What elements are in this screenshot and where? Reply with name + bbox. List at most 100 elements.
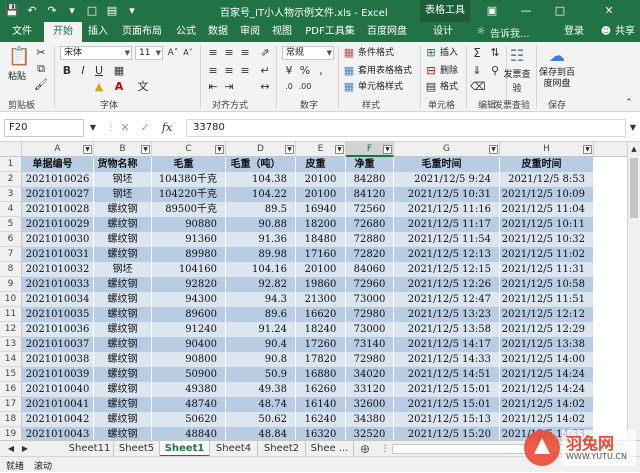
- table-cell[interactable]: 2021010030: [22, 232, 94, 247]
- table-cell[interactable]: 2021010043: [22, 427, 94, 440]
- table-cell[interactable]: 73140: [346, 337, 394, 352]
- italic-icon[interactable]: I: [76, 64, 90, 78]
- align-middle-icon[interactable]: ≡: [222, 46, 236, 60]
- table-cell[interactable]: 104.16: [226, 262, 296, 277]
- worksheet-grid[interactable]: ABCDEFGH 1234567891011121314151617181920…: [0, 142, 640, 440]
- tab-home[interactable]: 开始: [44, 22, 82, 42]
- scroll-up-icon[interactable]: ▲: [628, 142, 640, 156]
- table-cell[interactable]: 21300: [296, 292, 346, 307]
- save-baidu-button[interactable]: 保存到百度网盘: [535, 68, 579, 90]
- number-format-combo[interactable]: 常规 ▼: [282, 46, 334, 60]
- add-sheet-icon[interactable]: ⊕: [358, 442, 372, 456]
- table-cell[interactable]: 34020: [346, 367, 394, 382]
- table-cell[interactable]: 2021/12/5 10:31: [394, 187, 500, 202]
- table-cell[interactable]: 48.84: [226, 427, 296, 440]
- table-cell[interactable]: 2021/12/5 15:01: [394, 397, 500, 412]
- table-cell[interactable]: 2021/12/5 13:58: [394, 322, 500, 337]
- tab-page-layout[interactable]: 页面布局: [116, 22, 168, 42]
- table-cell[interactable]: 17260: [296, 337, 346, 352]
- table-cell[interactable]: 2021010037: [22, 337, 94, 352]
- align-center-icon[interactable]: ≡: [222, 64, 236, 78]
- row-header[interactable]: 13: [0, 337, 22, 352]
- table-cell[interactable]: 螺纹钢: [94, 247, 152, 262]
- table-cell[interactable]: 螺纹钢: [94, 277, 152, 292]
- sheet-tab[interactable]: Shee ...: [306, 441, 354, 457]
- tell-me-search[interactable]: 告诉我...: [490, 25, 530, 40]
- table-cell[interactable]: 50900: [152, 367, 226, 382]
- table-cell[interactable]: 72680: [346, 217, 394, 232]
- table-cell[interactable]: 72960: [346, 277, 394, 292]
- table-cell[interactable]: 48740: [152, 397, 226, 412]
- vertical-scrollbar[interactable]: ▲: [627, 142, 640, 440]
- table-cell[interactable]: 2021/12/5 10:09: [500, 187, 594, 202]
- table-cell[interactable]: 33120: [346, 382, 394, 397]
- row-header[interactable]: 10: [0, 292, 22, 307]
- table-cell[interactable]: 2021/12/5 11:54: [394, 232, 500, 247]
- font-grow-icon[interactable]: A˄: [166, 46, 180, 60]
- filter-dropdown-icon[interactable]: ▼: [141, 145, 150, 154]
- table-cell[interactable]: 16620: [296, 307, 346, 322]
- enter-icon[interactable]: ✓: [138, 121, 152, 135]
- table-cell[interactable]: 螺纹钢: [94, 367, 152, 382]
- table-cell[interactable]: 2021010028: [22, 202, 94, 217]
- header-cell[interactable]: 皮重时间: [500, 157, 594, 172]
- table-cell[interactable]: 2021010035: [22, 307, 94, 322]
- cell-style-button[interactable]: 单元格样式: [358, 80, 403, 94]
- invoice-check-button[interactable]: 发票查验: [502, 68, 532, 96]
- table-cell[interactable]: 2021010029: [22, 217, 94, 232]
- tab-data[interactable]: 数据: [204, 22, 232, 42]
- percent-icon[interactable]: %: [298, 64, 312, 78]
- indent-increase-icon[interactable]: ⇥: [222, 80, 236, 94]
- table-cell[interactable]: 2021/12/5 12:29: [500, 322, 594, 337]
- format-cells-button[interactable]: 格式: [440, 80, 458, 94]
- table-cell[interactable]: 91240: [152, 322, 226, 337]
- column-header[interactable]: G: [394, 142, 500, 157]
- table-cell[interactable]: 91360: [152, 232, 226, 247]
- autosum-icon[interactable]: Σ: [470, 46, 484, 60]
- table-cell[interactable]: 90.8: [226, 352, 296, 367]
- table-cell[interactable]: 73000: [346, 292, 394, 307]
- header-cell[interactable]: 毛重: [152, 157, 226, 172]
- header-cell[interactable]: 净重: [346, 157, 394, 172]
- table-cell[interactable]: 2021010039: [22, 367, 94, 382]
- table-cell[interactable]: 螺纹钢: [94, 382, 152, 397]
- table-cell[interactable]: 84120: [346, 187, 394, 202]
- close-button[interactable]: ✕: [578, 0, 640, 22]
- table-cell[interactable]: 2021010036: [22, 322, 94, 337]
- table-cell[interactable]: 49.38: [226, 382, 296, 397]
- font-size-combo[interactable]: 11 ▼: [135, 46, 163, 60]
- table-cell[interactable]: 72560: [346, 202, 394, 217]
- table-cell[interactable]: 螺纹钢: [94, 397, 152, 412]
- table-cell[interactable]: 2021/12/5 11:17: [394, 217, 500, 232]
- filter-dropdown-icon[interactable]: ▼: [335, 145, 344, 154]
- table-cell[interactable]: 2021/12/5 15:01: [394, 382, 500, 397]
- row-header[interactable]: 16: [0, 382, 22, 397]
- table-cell[interactable]: 2021/12/5 10:58: [500, 277, 594, 292]
- row-header[interactable]: 15: [0, 367, 22, 382]
- sheet-tab[interactable]: Sheet11: [66, 441, 114, 457]
- filter-dropdown-icon[interactable]: ▼: [83, 145, 92, 154]
- table-cell[interactable]: 螺纹钢: [94, 337, 152, 352]
- row-header[interactable]: 6: [0, 232, 22, 247]
- table-cell[interactable]: 72980: [346, 352, 394, 367]
- table-cell[interactable]: 2021/12/5 14:17: [394, 337, 500, 352]
- table-cell[interactable]: 2021/12/5 12:13: [394, 247, 500, 262]
- table-cell[interactable]: 104160: [152, 262, 226, 277]
- table-cell[interactable]: 2021/12/5 13:38: [500, 337, 594, 352]
- table-cell[interactable]: 89.5: [226, 202, 296, 217]
- table-cell[interactable]: 48.74: [226, 397, 296, 412]
- scrollbar-thumb[interactable]: [630, 158, 638, 218]
- table-cell[interactable]: 钢坯: [94, 187, 152, 202]
- column-header[interactable]: H: [500, 142, 594, 157]
- table-cell[interactable]: 18200: [296, 217, 346, 232]
- formula-input[interactable]: 33780: [186, 119, 626, 137]
- sheet-tab-active[interactable]: Sheet1: [160, 441, 210, 457]
- table-cell[interactable]: 17820: [296, 352, 346, 367]
- table-cell[interactable]: 72980: [346, 307, 394, 322]
- table-cell[interactable]: 104.22: [226, 187, 296, 202]
- select-all-corner[interactable]: [0, 142, 22, 157]
- sheet-tab[interactable]: Sheet5: [114, 441, 160, 457]
- table-cell[interactable]: 螺纹钢: [94, 202, 152, 217]
- table-cell[interactable]: 16260: [296, 382, 346, 397]
- table-cell[interactable]: 2021/12/5 10:11: [500, 217, 594, 232]
